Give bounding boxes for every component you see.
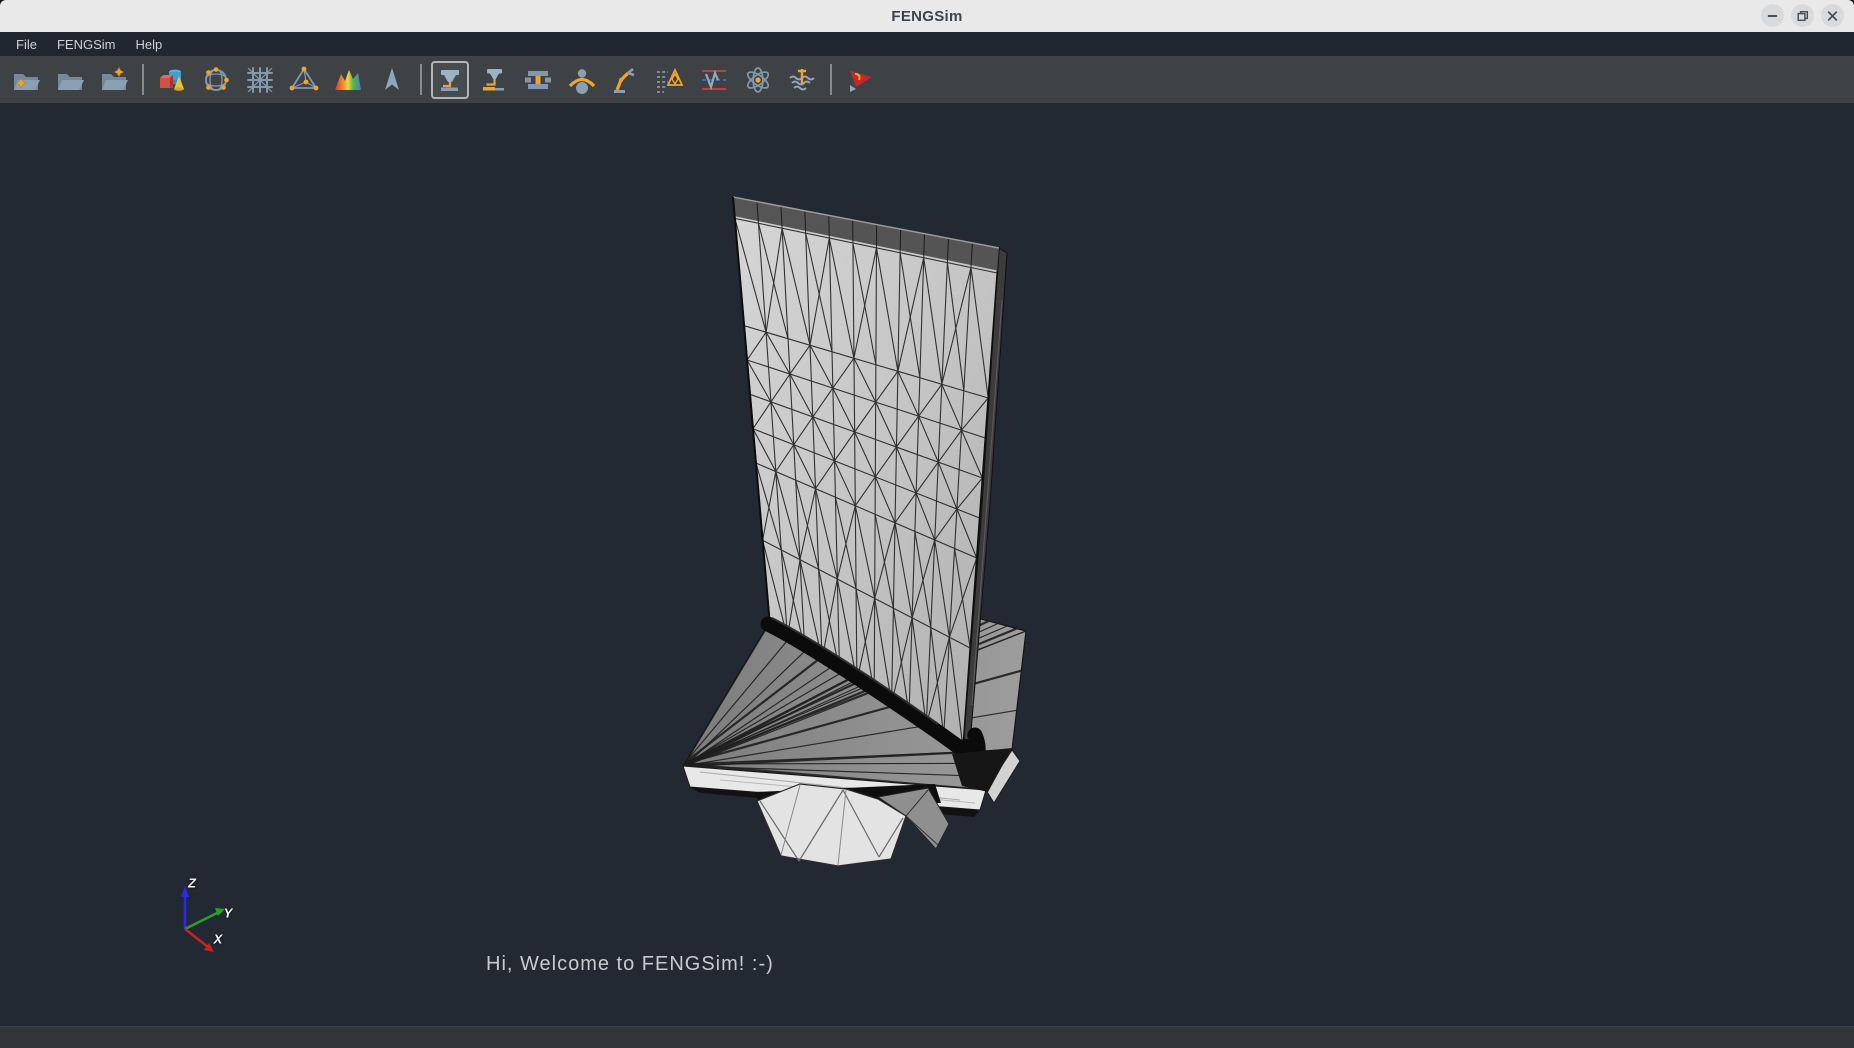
window-controls (1761, 4, 1844, 27)
status-bar (0, 1026, 1854, 1048)
maximize-icon (1791, 4, 1814, 28)
press-fixture-button[interactable] (519, 61, 557, 99)
surface-plot-icon (331, 63, 365, 97)
folder-new-button[interactable] (7, 61, 45, 99)
menu-item-file[interactable]: File (6, 34, 47, 55)
minimize-button[interactable] (1761, 4, 1784, 27)
menu-item-fengsim[interactable]: FENGSim (47, 34, 126, 55)
toolbar-separator (830, 64, 832, 95)
toolbar (0, 56, 1854, 103)
mesh-grid-button[interactable] (241, 61, 279, 99)
robot-arm-icon (609, 63, 643, 97)
red-flag-button[interactable] (841, 61, 879, 99)
menu-item-help[interactable]: Help (125, 34, 172, 55)
welcome-message: Hi, Welcome to FENGSim! :-) (486, 953, 774, 976)
atom-physics-button[interactable] (739, 61, 777, 99)
window-title: FENGSim (891, 8, 962, 25)
folder-import-button[interactable] (95, 61, 133, 99)
close-button[interactable] (1821, 4, 1844, 27)
cursor-arrow-icon (375, 63, 409, 97)
folder-new-icon (9, 63, 43, 97)
fluid-waves-button[interactable] (783, 61, 821, 99)
axis-y-label: Y (224, 906, 233, 921)
surface-plot-button[interactable] (329, 61, 367, 99)
mesh-sphere-button[interactable] (197, 61, 235, 99)
machining-printer-button[interactable] (431, 61, 469, 99)
press-fixture-icon (521, 63, 555, 97)
robot-arm-button[interactable] (607, 61, 645, 99)
minimize-icon (1761, 4, 1784, 28)
close-icon (1821, 4, 1844, 28)
geometry-primitives-button[interactable] (153, 61, 191, 99)
fengsim-window: FENGSim FileFENGSimHelp Z Y X Hi, Welcom… (0, 0, 1854, 1048)
fluid-waves-icon (785, 63, 819, 97)
signal-waveform-button[interactable] (695, 61, 733, 99)
machining-printer-icon (433, 63, 467, 97)
measure-tolerance-icon (653, 63, 687, 97)
folder-open-button[interactable] (51, 61, 89, 99)
axis-z-label: Z (188, 876, 196, 891)
signal-waveform-icon (697, 63, 731, 97)
red-flag-icon (843, 63, 877, 97)
axis-x-label: X (214, 932, 223, 947)
additive-printer-button[interactable] (475, 61, 513, 99)
toolbar-separator (420, 64, 422, 95)
measure-tolerance-button[interactable] (651, 61, 689, 99)
operator-icon (565, 63, 599, 97)
operator-button[interactable] (563, 61, 601, 99)
cursor-arrow-button[interactable] (373, 61, 411, 99)
turbine-blade-model (0, 103, 1854, 1026)
atom-physics-icon (741, 63, 775, 97)
titlebar: FENGSim (0, 0, 1854, 32)
additive-printer-icon (477, 63, 511, 97)
folder-import-icon (97, 63, 131, 97)
mesh-sphere-icon (199, 63, 233, 97)
menubar: FileFENGSimHelp (0, 32, 1854, 56)
viewport-3d[interactable]: Z Y X Hi, Welcome to FENGSim! :-) (0, 103, 1854, 1026)
tetrahedron-icon (287, 63, 321, 97)
folder-open-icon (53, 63, 87, 97)
toolbar-separator (142, 64, 144, 95)
geometry-primitives-icon (155, 63, 189, 97)
maximize-button[interactable] (1791, 4, 1814, 27)
mesh-grid-icon (243, 63, 277, 97)
tetrahedron-button[interactable] (285, 61, 323, 99)
